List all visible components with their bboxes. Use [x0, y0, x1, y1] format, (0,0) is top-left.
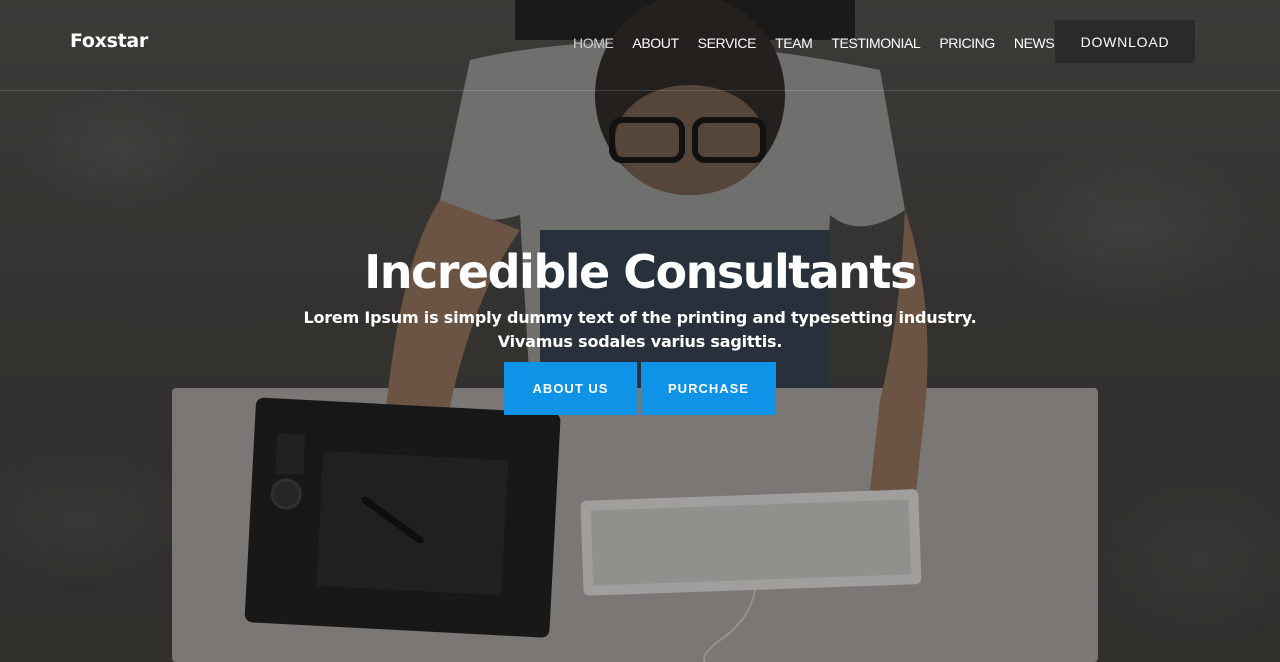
- download-button[interactable]: DOWNLOAD: [1055, 20, 1195, 63]
- hero-buttons: ABOUT US PURCHASE: [504, 362, 776, 415]
- hero-title: Incredible Consultants: [364, 245, 917, 299]
- main-nav: HOME ABOUT SERVICE TEAM TESTIMONIAL PRIC…: [573, 34, 1073, 52]
- site-header: Foxstar HOME ABOUT SERVICE TEAM TESTIMON…: [0, 0, 1280, 91]
- hero-subtitle-line2: Vivamus sodales varius sagittis.: [497, 332, 783, 351]
- nav-item-pricing[interactable]: PRICING: [939, 34, 995, 52]
- brand-logo[interactable]: Foxstar: [70, 30, 148, 52]
- nav-item-home[interactable]: HOME: [573, 34, 614, 52]
- nav-item-service[interactable]: SERVICE: [698, 34, 757, 52]
- nav-item-about[interactable]: ABOUT: [632, 34, 679, 52]
- nav-item-team[interactable]: TEAM: [775, 34, 813, 52]
- nav-item-testimonial[interactable]: TESTIMONIAL: [831, 34, 920, 52]
- hero-subtitle-line1: Lorem Ipsum is simply dummy text of the …: [303, 308, 977, 327]
- purchase-button[interactable]: PURCHASE: [641, 362, 776, 415]
- nav-item-news[interactable]: NEWS: [1014, 34, 1055, 52]
- hero-subtitle: Lorem Ipsum is simply dummy text of the …: [0, 306, 1280, 354]
- about-us-button[interactable]: ABOUT US: [504, 362, 637, 415]
